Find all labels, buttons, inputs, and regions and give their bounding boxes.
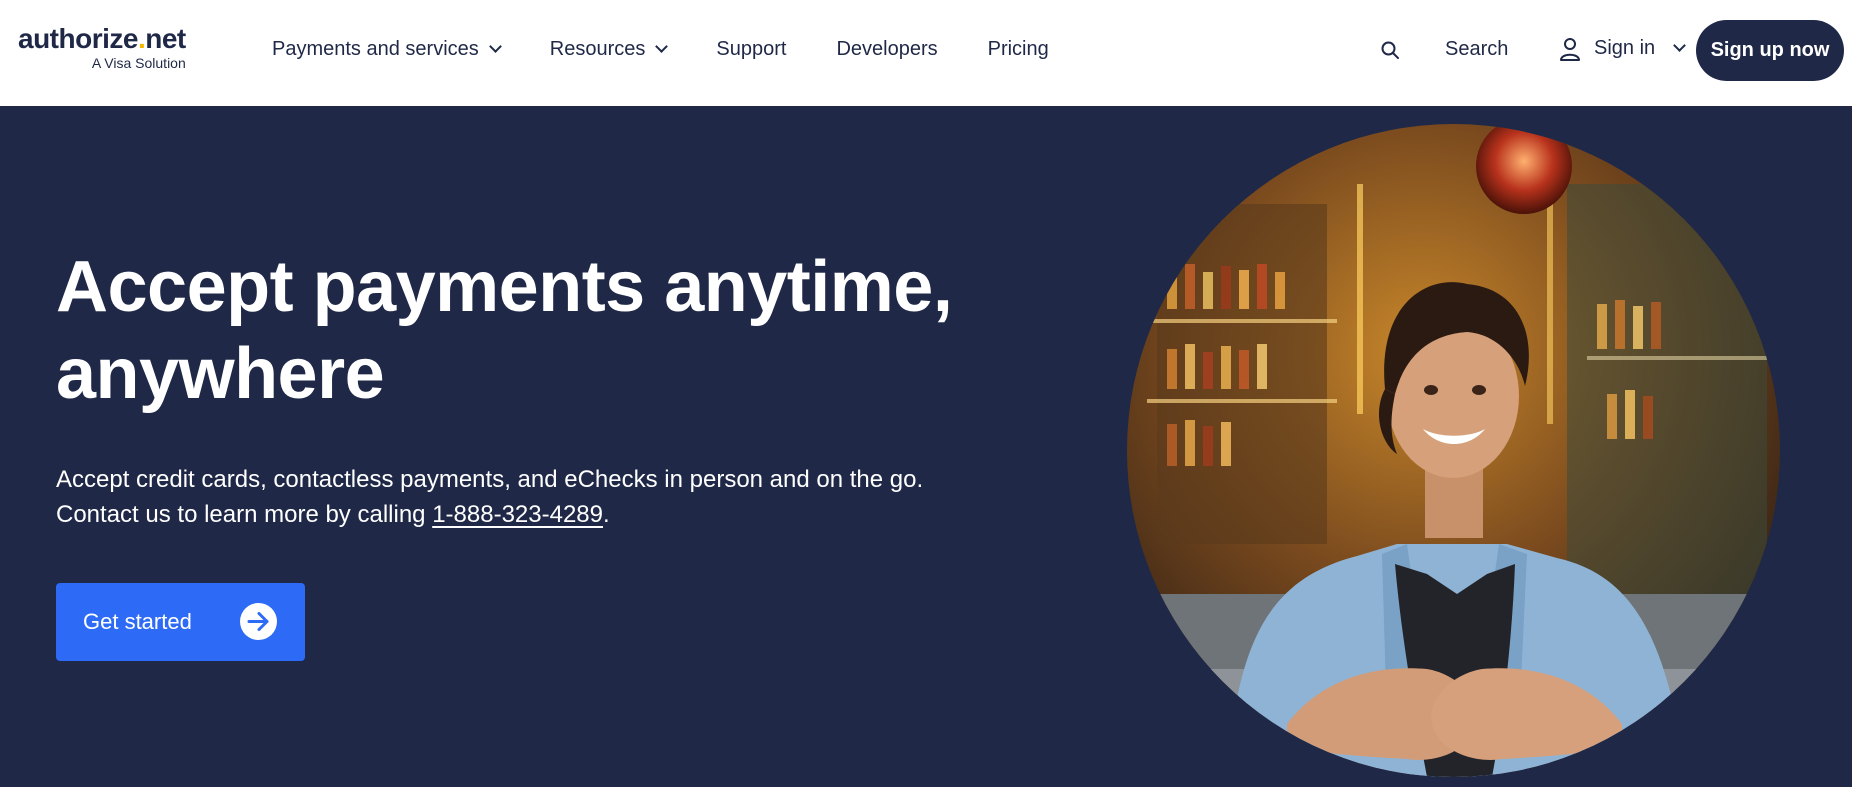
logo-wordmark: authorize.net — [18, 23, 186, 54]
nav-item-label: Payments and services — [272, 38, 479, 60]
period: . — [603, 501, 610, 528]
arrow-right-circle-icon — [240, 603, 277, 640]
site-header: authorize.net A Visa Solution Payments a… — [0, 0, 1852, 106]
nav-item-label: Resources — [549, 38, 646, 60]
logo-tagline: A Visa Solution — [91, 55, 186, 71]
get-started-label: Get started — [83, 609, 192, 634]
user-icon[interactable] — [1558, 36, 1582, 62]
merchant-photo-illustration — [1127, 124, 1780, 777]
hero-title-line: anywhere — [56, 334, 385, 414]
phone-link[interactable]: 1-888-323-4289 — [432, 501, 603, 528]
search-link[interactable]: Search — [1445, 38, 1508, 61]
nav-item-pricing[interactable]: Pricing — [988, 38, 1049, 61]
sign-in-label: Sign in — [1594, 37, 1656, 59]
nav-item-support[interactable]: Support — [716, 38, 786, 61]
chevron-down-icon — [488, 40, 502, 53]
nav-item-label: Support — [716, 38, 787, 60]
chevron-down-icon — [1673, 39, 1687, 52]
hero-photo-merchant — [1127, 124, 1780, 777]
search-icon[interactable] — [1380, 40, 1400, 60]
sign-in-menu[interactable]: Sign in — [1594, 37, 1687, 60]
sign-up-button[interactable]: Sign up now — [1696, 20, 1844, 81]
chevron-down-icon — [655, 40, 669, 53]
nav-item-label: Pricing — [987, 38, 1049, 60]
hero-subtitle-line: Accept credit cards, contactless payment… — [56, 466, 924, 493]
hero-title-line: Accept payments anytime, — [56, 247, 953, 327]
get-started-button[interactable]: Get started — [56, 583, 305, 661]
nav-item-resources[interactable]: Resources — [549, 38, 669, 61]
hero-subtitle: Accept credit cards, contactless payment… — [56, 462, 1056, 532]
hero-subtitle-line: Contact us to learn more by calling — [56, 501, 433, 528]
hero-title: Accept payments anytime, anywhere — [56, 244, 1056, 418]
authorize-net-logo[interactable]: authorize.net A Visa Solution — [18, 23, 186, 72]
nav-item-payments-and-services[interactable]: Payments and services — [272, 38, 502, 61]
nav-item-developers[interactable]: Developers — [836, 38, 937, 61]
main-nav: Payments and services Resources Support … — [272, 38, 1099, 61]
nav-item-label: Developers — [836, 38, 938, 60]
